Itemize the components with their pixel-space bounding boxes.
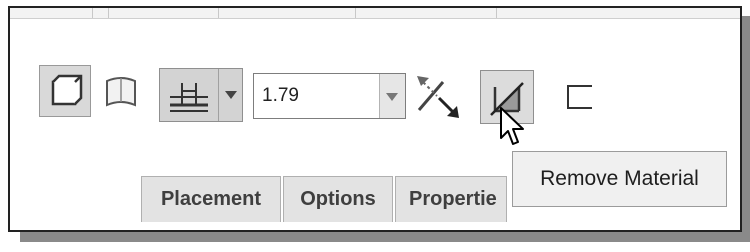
thicken-sketch-button[interactable]: [558, 76, 600, 118]
surface-extrude-button[interactable]: [101, 71, 141, 113]
strip-divider: [355, 8, 356, 18]
depth-value-input[interactable]: [254, 74, 380, 118]
solid-extrude-icon: [51, 74, 83, 106]
strip-divider: [108, 8, 109, 18]
tab-properties[interactable]: Propertie: [395, 176, 507, 222]
extrude-dashboard: Placement Options Propertie Remove Mater…: [8, 6, 742, 232]
chevron-down-icon: [386, 93, 398, 101]
tab-placement[interactable]: Placement: [141, 176, 281, 222]
chevron-down-icon: [225, 91, 237, 99]
strip-divider: [218, 8, 219, 18]
surface-extrude-icon: [106, 77, 136, 107]
solid-extrude-button[interactable]: [39, 65, 91, 117]
flip-direction-icon: [417, 76, 459, 118]
strip-divider: [92, 8, 93, 18]
mouse-pointer-icon: [500, 107, 524, 145]
depth-value-combobox[interactable]: [253, 73, 406, 119]
depth-option-arrow[interactable]: [218, 69, 243, 121]
strip-divider: [496, 8, 497, 18]
remove-material-tooltip: Remove Material: [512, 151, 727, 207]
dashboard-tabs: Placement Options Propertie: [141, 176, 509, 222]
blind-depth-icon: [170, 83, 208, 112]
thicken-sketch-icon: [567, 85, 592, 109]
flip-direction-button[interactable]: [411, 70, 465, 122]
tab-options[interactable]: Options: [283, 176, 393, 222]
depth-value-dropdown-button[interactable]: [379, 74, 405, 118]
depth-option-dropdown[interactable]: [159, 68, 243, 122]
top-strip: [10, 8, 740, 19]
